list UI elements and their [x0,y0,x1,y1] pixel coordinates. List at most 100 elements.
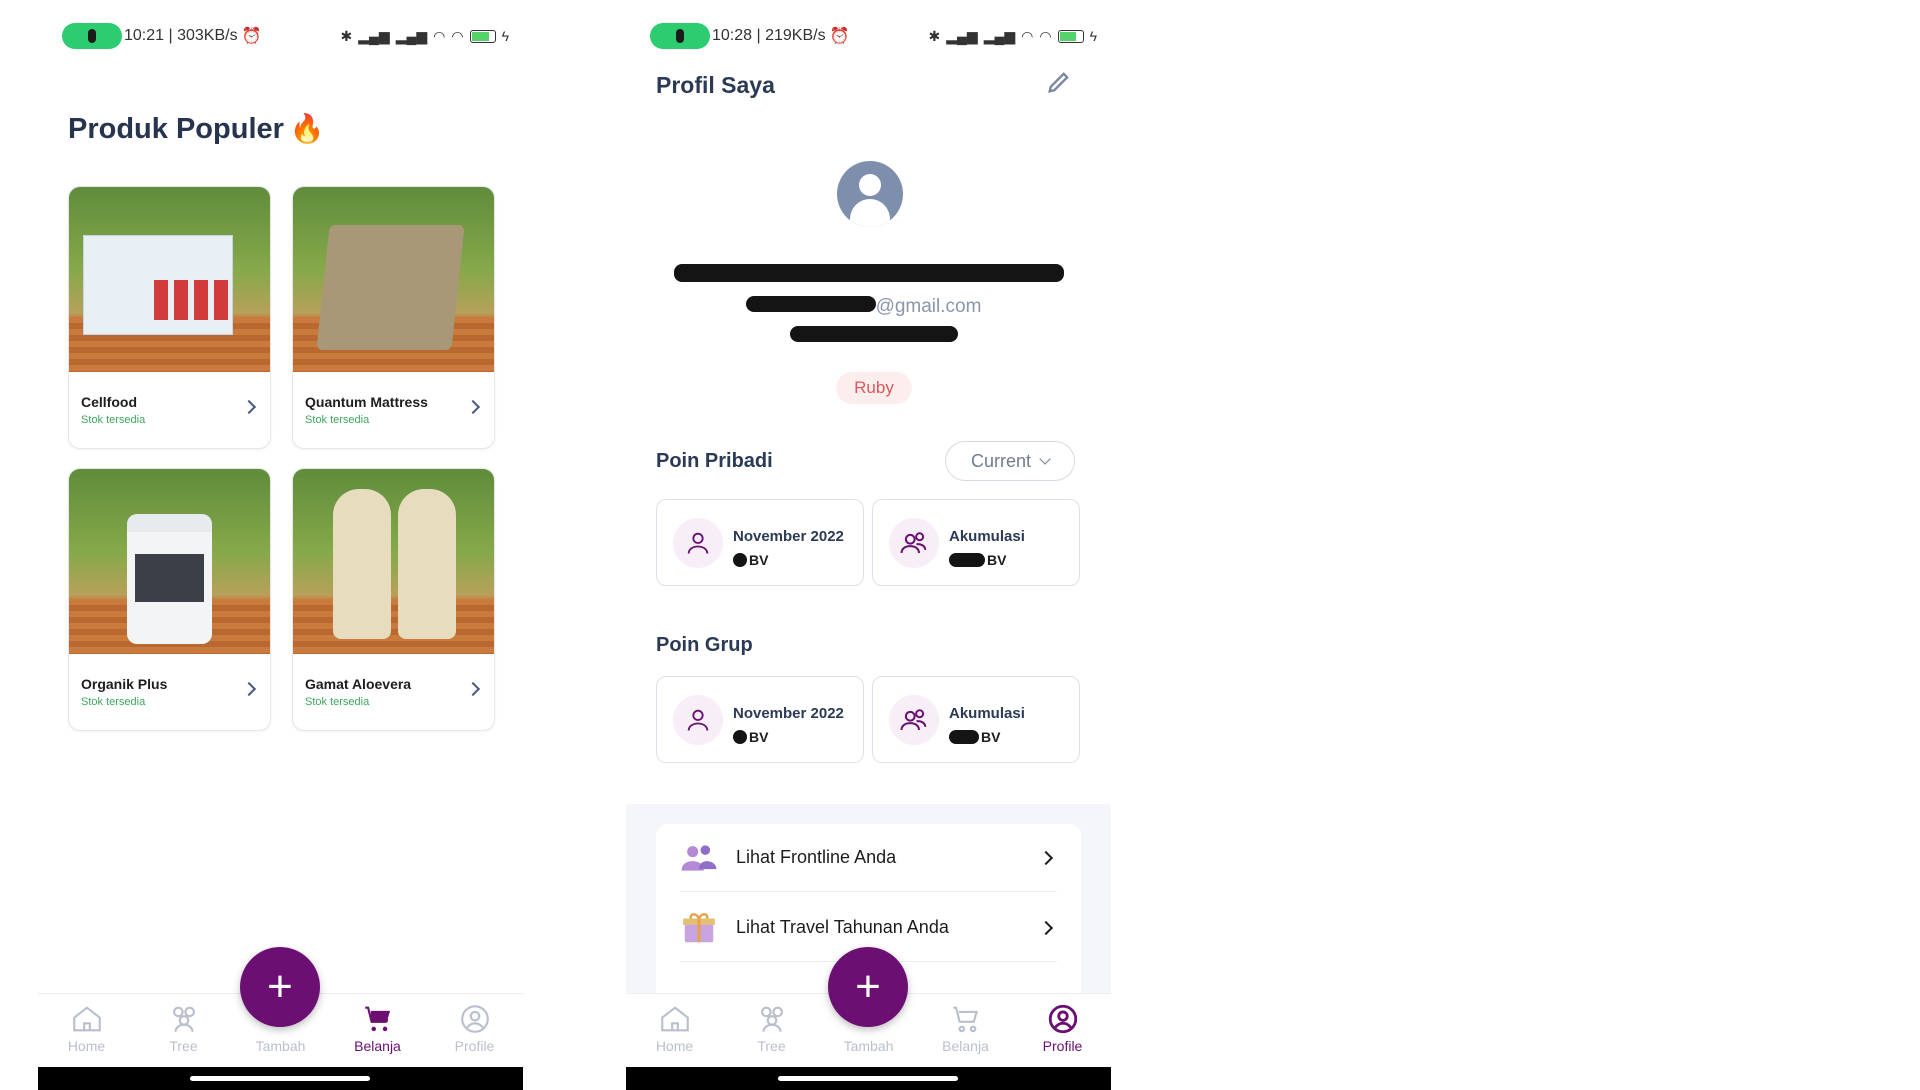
redacted-id [790,326,958,342]
stat-card-grup-accumulated: Akumulasi BV [872,676,1080,763]
redacted-value [733,730,747,744]
battery-icon [469,29,496,43]
redacted-name [674,264,1064,282]
person-icon [673,695,723,745]
home-icon [72,1006,101,1032]
nav-label: Tree [757,1038,786,1054]
people-icon [681,844,717,871]
nav-home[interactable]: Home [38,994,135,1067]
stat-label: Akumulasi [949,528,1025,545]
stat-label: November 2022 [733,528,844,545]
chevron-right-icon [1038,920,1054,935]
period-dropdown[interactable]: Current [945,441,1075,481]
nav-label: Belanja [942,1038,989,1054]
group-icon [889,695,939,745]
charging-icon: ϟ [501,28,509,44]
section-title-poin-pribadi: Poin Pribadi [656,450,773,472]
nav-home[interactable]: Home [626,994,723,1067]
status-bar: 10:21 | 303KB/s ⏰ ✱ ▂▄▆ ▂▄▆ ◠ ◠ ϟ [62,22,509,50]
product-name: Cellfood [81,394,137,410]
nav-profile[interactable]: Profile [1014,994,1111,1067]
signal-icon: ▂▄▆ [946,27,978,44]
alarm-icon: ⏰ [241,28,262,45]
nav-label: Tambah [843,1038,894,1054]
gesture-bar [38,1067,523,1090]
stock-status: Stok tersedia [305,696,370,708]
email-suffix: @gmail.com [875,296,982,317]
product-card-cellfood[interactable]: Cellfood Stok tersedia [68,186,271,449]
status-icons: ✱ ▂▄▆ ▂▄▆ ◠ ◠ ϟ [341,28,510,45]
cart-icon [364,1006,390,1032]
stat-value: BV [949,729,1000,745]
status-icons: ✱ ▂▄▆ ▂▄▆ ◠ ◠ ϟ [929,28,1098,45]
profile-icon [1048,1004,1077,1034]
add-button[interactable]: + [828,947,908,1027]
redacted-value [949,553,985,567]
home-icon [660,1006,689,1032]
nav-label: Home [655,1038,694,1054]
signal-icon: ▂▄▆ [358,27,390,44]
stat-card-pribadi-month: November 2022 BV [656,499,864,586]
plus-icon: + [267,962,293,1011]
stat-value: BV [949,552,1006,568]
product-image [69,469,270,654]
stat-card-pribadi-accumulated: Akumulasi BV [872,499,1080,586]
gift-icon [683,912,715,942]
chevron-right-icon [1038,850,1054,865]
chevron-down-icon [1039,453,1051,465]
cart-icon [952,1006,978,1033]
period-value: Current [970,450,1032,471]
nav-label: Belanja [354,1038,401,1054]
status-bar: 10:28 | 219KB/s ⏰ ✱ ▂▄▆ ▂▄▆ ◠ ◠ ϟ [650,22,1097,50]
stock-status: Stok tersedia [81,696,146,708]
stock-status: Stok tersedia [305,414,370,426]
redacted-value [949,730,979,744]
product-card-gamat-aloevera[interactable]: Gamat Aloevera Stok tersedia [292,468,495,731]
shop-screen: 10:21 | 303KB/s ⏰ ✱ ▂▄▆ ▂▄▆ ◠ ◠ ϟ Produk… [38,0,523,1090]
product-image [69,187,270,372]
add-button[interactable]: + [240,947,320,1027]
profile-icon [460,1005,489,1033]
plus-icon: + [855,962,881,1011]
product-card-quantum-mattress[interactable]: Quantum Mattress Stok tersedia [292,186,495,449]
nav-tree[interactable]: Tree [135,994,232,1067]
nav-label: Profile [454,1038,495,1054]
nav-belanja[interactable]: Belanja [917,994,1014,1067]
stat-card-grup-month: November 2022 BV [656,676,864,763]
group-icon [889,518,939,568]
signal-icon: ▂▄▆ [983,27,1016,44]
stat-value: BV [733,552,768,568]
status-time: 10:21 | 303KB/s [124,27,238,44]
stat-unit: BV [749,552,769,568]
product-card-organik-plus[interactable]: Organik Plus Stok tersedia [68,468,271,731]
team-icon [172,1006,195,1032]
section-title-poin-grup: Poin Grup [656,634,753,656]
page-title-text: Produk Populer [68,113,284,145]
mic-indicator [62,23,122,49]
status-time: 10:28 | 219KB/s [712,27,826,44]
product-image [293,469,494,654]
nav-tree[interactable]: Tree [723,994,820,1067]
nav-belanja[interactable]: Belanja [329,994,426,1067]
charging-icon: ϟ [1089,28,1097,44]
redacted-value [733,553,747,567]
stat-label: November 2022 [733,705,844,722]
product-name: Organik Plus [81,676,168,692]
stock-status: Stok tersedia [81,414,146,426]
nav-profile[interactable]: Profile [426,994,523,1067]
menu-label: Lihat Travel Tahunan Anda [736,917,949,937]
mic-indicator [650,23,710,49]
team-icon [760,1006,783,1032]
nav-label: Profile [1042,1038,1083,1054]
nav-label: Home [67,1038,106,1054]
menu-item-frontline[interactable]: Lihat Frontline Anda [680,824,1057,892]
wifi-icon: ◠ [1039,27,1052,44]
stat-value: BV [733,729,768,745]
edit-icon[interactable] [1045,68,1073,96]
person-icon [673,518,723,568]
stat-label: Akumulasi [949,705,1025,722]
alarm-icon: ⏰ [829,28,850,45]
signal-icon: ▂▄▆ [395,27,428,44]
stat-unit: BV [987,552,1007,568]
nav-label: Tree [169,1038,198,1054]
